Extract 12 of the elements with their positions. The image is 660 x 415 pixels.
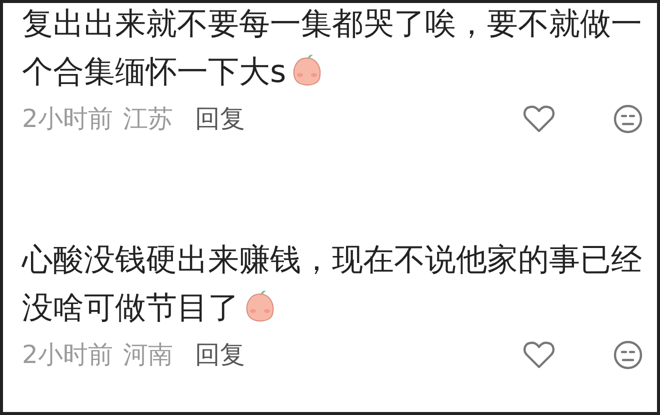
comment-location: 河南 bbox=[122, 339, 173, 372]
heart-icon[interactable] bbox=[523, 104, 555, 134]
smiley-icon[interactable] bbox=[613, 104, 643, 134]
comment-time: 2小时前 bbox=[22, 339, 113, 372]
reply-button[interactable]: 回复 bbox=[194, 336, 245, 374]
comment-text: 复出出来就不要每一集都哭了唉，要不就做一个合集缅怀一下大s bbox=[22, 5, 642, 92]
reply-button[interactable]: 回复 bbox=[194, 100, 245, 138]
heart-icon[interactable] bbox=[523, 340, 555, 370]
comment-location: 江苏 bbox=[122, 103, 173, 136]
comment-time: 2小时前 bbox=[22, 103, 113, 136]
comment-text: 心酸没钱硬出来赚钱，现在不说他家的事已经没啥可做节目了 bbox=[22, 241, 642, 328]
smiley-icon[interactable] bbox=[613, 340, 643, 370]
